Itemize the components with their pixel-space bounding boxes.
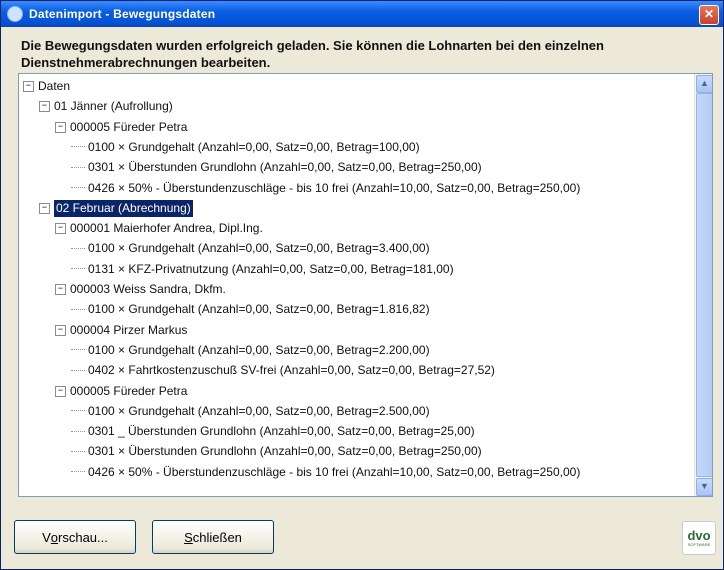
- window-title: Datenimport - Bewegungsdaten: [29, 7, 216, 21]
- scroll-down-button[interactable]: ▼: [696, 478, 712, 496]
- tree-item-label: 01 Jänner (Aufrollung): [54, 99, 173, 114]
- collapse-icon[interactable]: −: [55, 324, 66, 336]
- tree-connector: [71, 369, 85, 372]
- collapse-icon[interactable]: −: [39, 202, 50, 214]
- close-button-accel: S: [184, 529, 193, 545]
- collapse-icon[interactable]: −: [55, 121, 66, 133]
- tree-item-wage[interactable]: 0100 × Grundgehalt (Anzahl=0,00, Satz=0,…: [71, 342, 430, 359]
- tree-item-label: Daten: [38, 79, 71, 93]
- tree-item-label: 0426 × 50% - Überstundenzuschläge - bis …: [88, 464, 581, 479]
- tree-item-wage[interactable]: 0426 × 50% - Überstundenzuschläge - bis …: [71, 464, 580, 481]
- preview-button[interactable]: Vo rschau...: [14, 520, 136, 554]
- tree-item-label: 0100 × Grundgehalt (Anzahl=0,00, Satz=0,…: [88, 403, 430, 418]
- tree-item-root[interactable]: − Daten: [23, 78, 70, 95]
- tree-item-label: 0100 × Grundgehalt (Anzahl=0,00, Satz=0,…: [88, 342, 430, 357]
- close-button-label-post: chließen: [192, 529, 242, 545]
- tree-item-label: 0131 × KFZ-Privatnutzung (Anzahl=0,00, S…: [88, 261, 454, 276]
- vertical-scrollbar[interactable]: ▲ ▼: [694, 74, 712, 496]
- collapse-icon[interactable]: −: [23, 81, 34, 92]
- collapse-icon[interactable]: −: [55, 385, 66, 397]
- collapse-icon[interactable]: −: [55, 223, 66, 235]
- tree-item-wage[interactable]: 0301 _ Überstunden Grundlohn (Anzahl=0,0…: [71, 423, 475, 440]
- tree-item-wage[interactable]: 0100 × Grundgehalt (Anzahl=0,00, Satz=0,…: [71, 301, 430, 318]
- scroll-up-button[interactable]: ▲: [696, 75, 712, 93]
- tree-connector: [71, 430, 85, 433]
- vendor-logo: dvo SOFTWARE: [682, 521, 716, 555]
- tree-connector: [71, 308, 85, 311]
- tree-item-wage[interactable]: 0100 × Grundgehalt (Anzahl=0,00, Satz=0,…: [71, 240, 430, 257]
- tree-connector: [71, 187, 85, 189]
- preview-button-label-pre: V: [42, 529, 51, 545]
- logo-text: dvo: [687, 528, 711, 543]
- preview-button-accel: o: [50, 529, 59, 545]
- title-bar[interactable]: Datenimport - Bewegungsdaten ✕: [1, 1, 723, 27]
- close-window-button[interactable]: ✕: [699, 5, 719, 25]
- tree-connector: [71, 410, 85, 412]
- tree-connector: [71, 349, 85, 351]
- tree-item-label: 0426 × 50% - Überstundenzuschläge - bis …: [88, 180, 581, 195]
- logo-subtext: SOFTWARE: [687, 542, 711, 547]
- app-icon: [7, 6, 23, 22]
- tree-item-label: 0100 × Grundgehalt (Anzahl=0,00, Satz=0,…: [88, 139, 420, 154]
- tree-item-label: 0301 × Überstunden Grundlohn (Anzahl=0,0…: [88, 160, 482, 175]
- tree-item-label: 0301 × Überstunden Grundlohn (Anzahl=0,0…: [88, 444, 482, 459]
- tree-connector: [71, 268, 85, 270]
- tree-connector: [71, 146, 85, 148]
- tree-item-wage[interactable]: 0131 × KFZ-Privatnutzung (Anzahl=0,00, S…: [71, 261, 454, 278]
- tree-item-wage[interactable]: 0402 × Fahrtkostenzuschuß SV-frei (Anzah…: [71, 362, 495, 379]
- tree-item-label: 000005 Füreder Petra: [70, 119, 188, 134]
- tree-connector: [71, 166, 85, 169]
- status-message: Die Bewegungsdaten wurden erfolgreich ge…: [21, 38, 604, 70]
- tree-item-wage[interactable]: 0100 × Grundgehalt (Anzahl=0,00, Satz=0,…: [71, 139, 420, 156]
- tree-content: − Daten −01 Jänner (Aufrollung) −000005 Für…: [23, 78, 683, 492]
- tree-item-month[interactable]: −01 Jänner (Aufrollung): [39, 98, 173, 115]
- tree-item-label: 0100 × Grundgehalt (Anzahl=0,00, Satz=0,…: [88, 302, 430, 317]
- collapse-icon[interactable]: −: [55, 284, 66, 295]
- scrollbar-thumb[interactable]: [696, 93, 712, 477]
- tree-item-wage[interactable]: 0301 × Überstunden Grundlohn (Anzahl=0,0…: [71, 159, 482, 176]
- tree-item-employee[interactable]: −000005 Füreder Petra: [55, 383, 187, 400]
- tree-item-label: 02 Februar (Abrechnung): [54, 199, 193, 217]
- import-dialog: Datenimport - Bewegungsdaten ✕ Die Beweg…: [0, 0, 724, 570]
- tree-item-label: 000001 Maierhofer Andrea, Dipl.Ing.: [70, 221, 263, 236]
- tree-item-employee[interactable]: −000001 Maierhofer Andrea, Dipl.Ing.: [55, 220, 263, 237]
- tree-connector: [71, 450, 85, 453]
- tree-item-employee[interactable]: −000005 Füreder Petra: [55, 119, 187, 136]
- tree-item-wage[interactable]: 0301 × Überstunden Grundlohn (Anzahl=0,0…: [71, 443, 482, 460]
- tree-item-label: 0100 × Grundgehalt (Anzahl=0,00, Satz=0,…: [88, 241, 430, 256]
- preview-button-label-post: rschau...: [58, 529, 108, 545]
- tree-connector: [71, 471, 85, 473]
- tree-connector: [71, 247, 85, 250]
- data-tree-view[interactable]: − Daten −01 Jänner (Aufrollung) −000005 Für…: [18, 73, 713, 497]
- tree-item-label: 0402 × Fahrtkostenzuschuß SV-frei (Anzah…: [88, 363, 495, 378]
- close-button[interactable]: Schließen: [152, 520, 274, 554]
- tree-item-label: 000005 Füreder Petra: [70, 383, 188, 398]
- tree-item-month[interactable]: −02 Februar (Abrechnung): [39, 199, 193, 217]
- tree-item-label: 000004 Pirzer Markus: [70, 322, 188, 337]
- tree-item-employee[interactable]: −000003 Weiss Sandra, Dkfm.: [55, 281, 226, 298]
- tree-item-wage[interactable]: 0100 × Grundgehalt (Anzahl=0,00, Satz=0,…: [71, 403, 430, 420]
- tree-item-employee[interactable]: −000004 Pirzer Markus: [55, 322, 187, 339]
- collapse-icon[interactable]: −: [39, 101, 50, 113]
- tree-item-label: 0301 _ Überstunden Grundlohn (Anzahl=0,0…: [88, 424, 475, 439]
- tree-item-label: 000003 Weiss Sandra, Dkfm.: [70, 282, 226, 296]
- tree-item-wage[interactable]: 0426 × 50% - Überstundenzuschläge - bis …: [71, 180, 580, 197]
